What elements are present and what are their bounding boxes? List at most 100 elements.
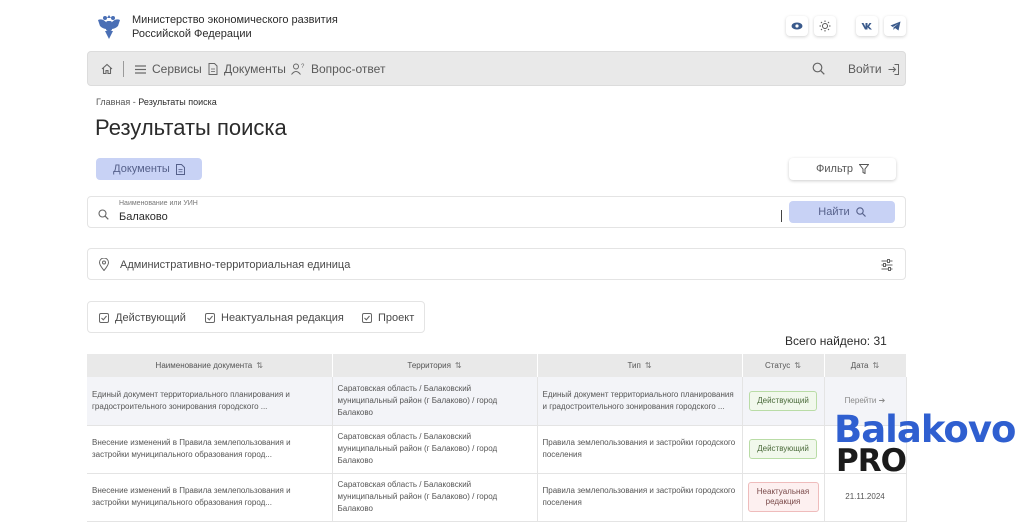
status-badge: Действующий (749, 439, 817, 459)
eye-icon[interactable] (786, 16, 808, 36)
status-filter-group: Действующий Неактуальная редакция Проект (87, 301, 425, 333)
column-header-status[interactable]: Статус ⇅ (742, 354, 825, 377)
sort-icon[interactable]: ⇅ (873, 361, 880, 370)
status-outdated-label: Неактуальная редакция (221, 312, 344, 324)
telegram-icon[interactable] (884, 16, 906, 36)
column-header-territory-label: Территория (407, 361, 451, 370)
cell-status: Неактуальная редакция (742, 473, 825, 522)
text-cursor (781, 210, 782, 222)
search-icon (98, 207, 109, 225)
main-navigation: Сервисы Документы ? Вопрос-ответ Войти (87, 51, 906, 86)
cell-territory: Саратовская область / Балаковский муници… (332, 425, 538, 474)
nav-item-services-label: Сервисы (152, 62, 202, 76)
cell-status: Действующий (742, 377, 825, 426)
cell-type: Правила землепользования и застройки гор… (537, 473, 743, 522)
nav-item-qa[interactable]: ? Вопрос-ответ (291, 62, 385, 76)
results-total-label: Всего найдено: (785, 334, 871, 348)
go-to-link[interactable]: Перейти ➔ (845, 396, 886, 405)
status-checkbox-project[interactable]: Проект (362, 312, 414, 324)
checkbox-checked-icon (205, 313, 215, 323)
watermark-line2: PRO (836, 443, 907, 479)
column-header-type[interactable]: Тип ⇅ (537, 354, 743, 377)
cell-date: 21.11.2024 (824, 473, 907, 522)
status-checkbox-outdated[interactable]: Неактуальная редакция (205, 312, 344, 324)
status-checkbox-active[interactable]: Действующий (99, 312, 186, 324)
table-row[interactable]: Внесение изменений в Правила землепользо… (87, 425, 907, 474)
sort-icon[interactable]: ⇅ (794, 361, 801, 370)
location-pin-icon (98, 257, 110, 276)
document-icon (175, 163, 185, 175)
coat-of-arms-logo[interactable] (94, 12, 124, 42)
document-icon (208, 63, 218, 75)
cell-document-name[interactable]: Внесение изменений в Правила землепользо… (87, 473, 333, 522)
results-table: Наименование документа ⇅ Территория ⇅ Тип ⇅… (87, 354, 907, 522)
cell-type: Правила землепользования и застройки гор… (537, 425, 743, 474)
cell-territory: Саратовская область / Балаковский муници… (332, 377, 538, 426)
search-icon (855, 207, 866, 217)
site-header: Министерство экономического развития Рос… (94, 12, 906, 42)
filter-label: Фильтр (816, 163, 853, 175)
breadcrumb-current: Результаты поиска (138, 97, 217, 107)
balakovo-pro-watermark: Balakovo PRO (834, 410, 1016, 480)
documents-tab-label: Документы (113, 163, 170, 175)
checkbox-checked-icon (362, 313, 372, 323)
table-row[interactable]: Внесение изменений в Правила землепользо… (87, 473, 907, 522)
search-icon[interactable] (812, 62, 825, 80)
results-total-count: 31 (873, 334, 887, 348)
column-header-territory[interactable]: Территория ⇅ (332, 354, 538, 377)
documents-tab-button[interactable]: Документы (96, 158, 202, 180)
cell-document-name[interactable]: Единый документ территориального планиро… (87, 377, 333, 426)
status-project-label: Проект (378, 312, 415, 324)
table-row[interactable]: Единый документ территориального планиро… (87, 377, 907, 426)
territory-unit-field[interactable]: Административно-территориальная единица (87, 248, 906, 280)
find-button[interactable]: Найти (789, 201, 895, 223)
login-button[interactable]: Войти (848, 62, 899, 76)
column-header-date-label: Дата (850, 361, 869, 370)
home-icon[interactable] (101, 62, 113, 80)
column-header-date[interactable]: Дата ⇅ (824, 354, 907, 377)
arrow-right-icon: ➔ (878, 395, 886, 405)
login-label: Войти (848, 62, 882, 76)
column-header-status-label: Статус (765, 361, 791, 370)
table-header-row: Наименование документа ⇅ Территория ⇅ Тип ⇅… (87, 354, 907, 377)
sort-icon[interactable]: ⇅ (455, 361, 462, 370)
column-header-name[interactable]: Наименование документа ⇅ (87, 354, 333, 377)
menu-icon (135, 64, 146, 74)
status-badge: Неактуальная редакция (747, 482, 819, 512)
cell-type: Единый документ территориального планиро… (537, 377, 743, 426)
ministry-name-line1: Министерство экономического развития (132, 14, 338, 26)
sort-icon[interactable]: ⇅ (645, 361, 652, 370)
page-title: Результаты поиска (95, 115, 287, 140)
sun-icon[interactable] (814, 16, 836, 36)
cell-territory: Саратовская область / Балаковский муници… (332, 473, 538, 522)
results-total: Всего найдено: 31 (785, 334, 887, 348)
cell-document-name[interactable]: Внесение изменений в Правила землепользо… (87, 425, 333, 474)
nav-divider (123, 61, 124, 77)
search-field-label: Наименование или УИН (119, 200, 198, 207)
find-button-label: Найти (818, 206, 850, 218)
settings-sliders-icon[interactable] (881, 258, 893, 276)
nav-item-services[interactable]: Сервисы (135, 62, 202, 76)
nav-item-documents[interactable]: Документы (208, 62, 286, 76)
filter-button[interactable]: Фильтр (789, 158, 896, 180)
ministry-name: Министерство экономического развития Рос… (132, 13, 338, 41)
user-question-icon: ? (291, 63, 305, 75)
breadcrumb-separator: - (132, 97, 136, 107)
status-active-label: Действующий (115, 312, 186, 324)
checkbox-checked-icon (99, 313, 109, 323)
breadcrumb-home[interactable]: Главная (96, 97, 130, 107)
login-icon (888, 63, 899, 75)
nav-item-qa-label: Вопрос-ответ (311, 62, 386, 76)
breadcrumb: Главная - Результаты поиска (96, 97, 217, 107)
ministry-name-line2: Российской Федерации (132, 28, 252, 40)
sort-icon[interactable]: ⇅ (256, 361, 263, 370)
actions-spacer (842, 16, 850, 36)
nav-item-documents-label: Документы (224, 62, 286, 76)
territory-unit-placeholder: Административно-территориальная единица (120, 259, 351, 271)
vk-icon[interactable] (856, 16, 878, 36)
svg-text:?: ? (301, 64, 305, 70)
search-field[interactable]: Наименование или УИН (87, 196, 906, 228)
search-input[interactable] (119, 211, 719, 223)
go-to-label: Перейти (844, 395, 877, 405)
status-badge: Действующий (749, 390, 817, 411)
